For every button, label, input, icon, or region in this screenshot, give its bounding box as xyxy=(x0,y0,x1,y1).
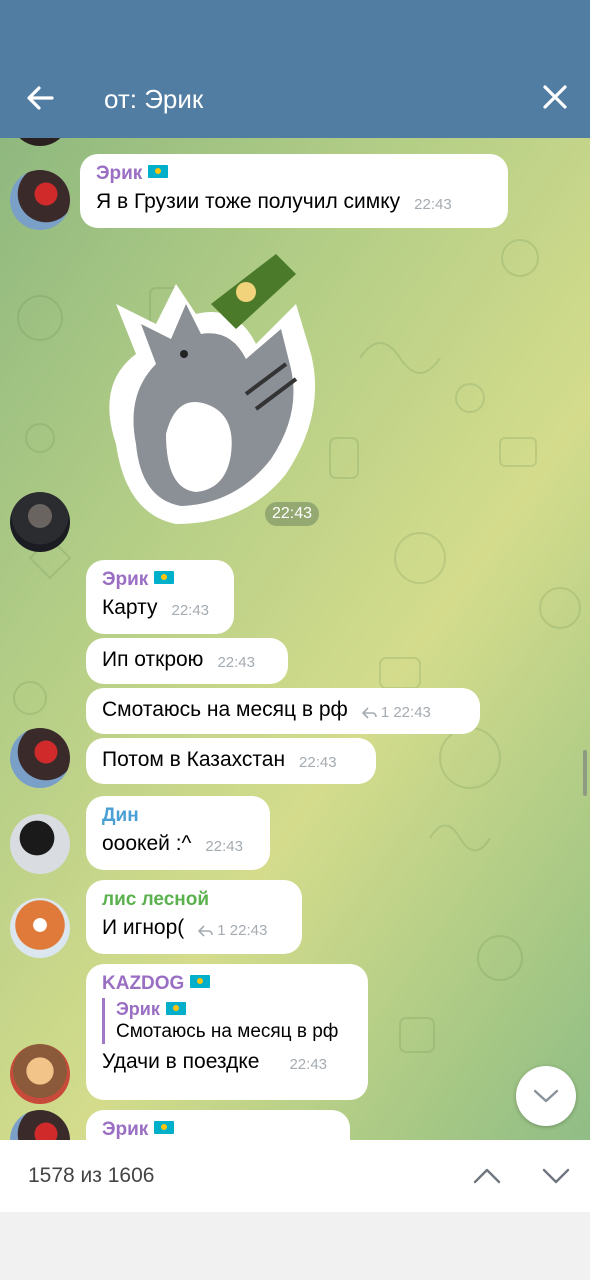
kazakhstan-flag-icon xyxy=(154,1121,175,1135)
scroll-down-button[interactable] xyxy=(516,1066,576,1126)
message-text: Смотаюсь на месяц в рф xyxy=(102,698,348,721)
reply-count: 1 xyxy=(217,922,226,939)
message-bubble[interactable]: Эрик Карту 22:43 xyxy=(86,560,234,634)
reply-count: 1 xyxy=(380,704,390,721)
message-time: 22:43 xyxy=(229,922,268,939)
message-time: 22:43 xyxy=(299,754,337,771)
sender-name: Эрик xyxy=(96,163,143,184)
reply-icon xyxy=(198,925,214,937)
message-text: Удачи в поездке xyxy=(102,1050,260,1073)
message-text: Я в Грузии тоже получил симку xyxy=(96,190,401,213)
message-time: 22:43 xyxy=(414,196,452,213)
search-header: от: Эрик xyxy=(0,0,590,138)
avatar-erik[interactable] xyxy=(10,170,70,230)
chevron-up-icon[interactable] xyxy=(472,1164,502,1188)
message-bubble[interactable]: Потом в Казахстан 22:43 xyxy=(86,738,376,784)
sender-name: KAZDOG xyxy=(102,973,185,994)
sender-name: Эрик xyxy=(102,569,149,590)
message-time: 22:43 xyxy=(289,1056,328,1073)
message-text: ооокей :^ xyxy=(102,832,192,855)
avatar-din[interactable] xyxy=(10,814,70,874)
message-time: 22:43 xyxy=(205,838,243,855)
search-results-bar: 1578 из 1606 xyxy=(0,1140,590,1212)
scrollbar[interactable] xyxy=(583,750,587,796)
message-bubble[interactable]: лис лесной И игнор( 1 22:43 xyxy=(86,880,302,954)
reply-icon xyxy=(361,707,377,719)
message-bubble[interactable]: Ип открою 22:43 xyxy=(86,638,288,684)
reply-quote[interactable]: Эрик Смотаюсь на месяц в рф xyxy=(102,998,354,1044)
close-icon[interactable] xyxy=(541,83,569,111)
chevron-down-icon xyxy=(533,1089,559,1103)
message-time: 22:43 xyxy=(393,704,431,721)
chat-area[interactable]: Эрик Я в Грузии тоже получил симку 22:43… xyxy=(0,138,590,1140)
kazakhstan-flag-icon xyxy=(190,975,211,989)
message-time: 22:43 xyxy=(171,602,210,619)
message-bubble[interactable]: Дин ооокей :^ 22:43 xyxy=(86,796,270,870)
avatar-lis-lesnoy[interactable] xyxy=(10,898,70,958)
message-bubble[interactable]: Эрик xyxy=(86,1110,350,1140)
message-bubble[interactable]: KAZDOG Эрик Смотаюсь на месяц в рф Удачи… xyxy=(86,964,368,1100)
message-text: И игнор( xyxy=(102,916,185,939)
message-text: Ип открою xyxy=(102,648,204,671)
sender-name: Эрик xyxy=(102,1119,149,1140)
avatar-erik[interactable] xyxy=(10,492,70,552)
message-bubble[interactable]: Эрик Я в Грузии тоже получил симку 22:43 xyxy=(80,154,508,228)
sticker-time: 22:43 xyxy=(265,502,320,526)
message-text: Карту xyxy=(102,596,158,619)
bottom-area xyxy=(0,1212,590,1280)
kazakhstan-flag-icon xyxy=(165,1001,186,1015)
sticker-wolf-drinking[interactable] xyxy=(96,244,326,534)
result-counter: 1578 из 1606 xyxy=(28,1164,155,1187)
kazakhstan-flag-icon xyxy=(148,165,169,179)
search-filter-title: от: Эрик xyxy=(104,84,204,114)
avatar-erik[interactable] xyxy=(10,728,70,788)
kazakhstan-flag-icon xyxy=(154,571,175,585)
message-bubble[interactable]: Смотаюсь на месяц в рф 1 22:43 xyxy=(86,688,480,734)
back-arrow-icon[interactable] xyxy=(24,82,56,114)
sender-name: Дин xyxy=(102,805,139,826)
quote-sender: Эрик xyxy=(116,999,160,1019)
message-time: 22:43 xyxy=(217,654,255,671)
quote-text: Смотаюсь на месяц в рф xyxy=(116,1021,339,1042)
avatar-kazdog[interactable] xyxy=(10,1044,70,1104)
sender-name: лис лесной xyxy=(102,889,210,910)
chevron-down-icon[interactable] xyxy=(541,1164,571,1188)
message-text: Потом в Казахстан xyxy=(102,748,286,771)
